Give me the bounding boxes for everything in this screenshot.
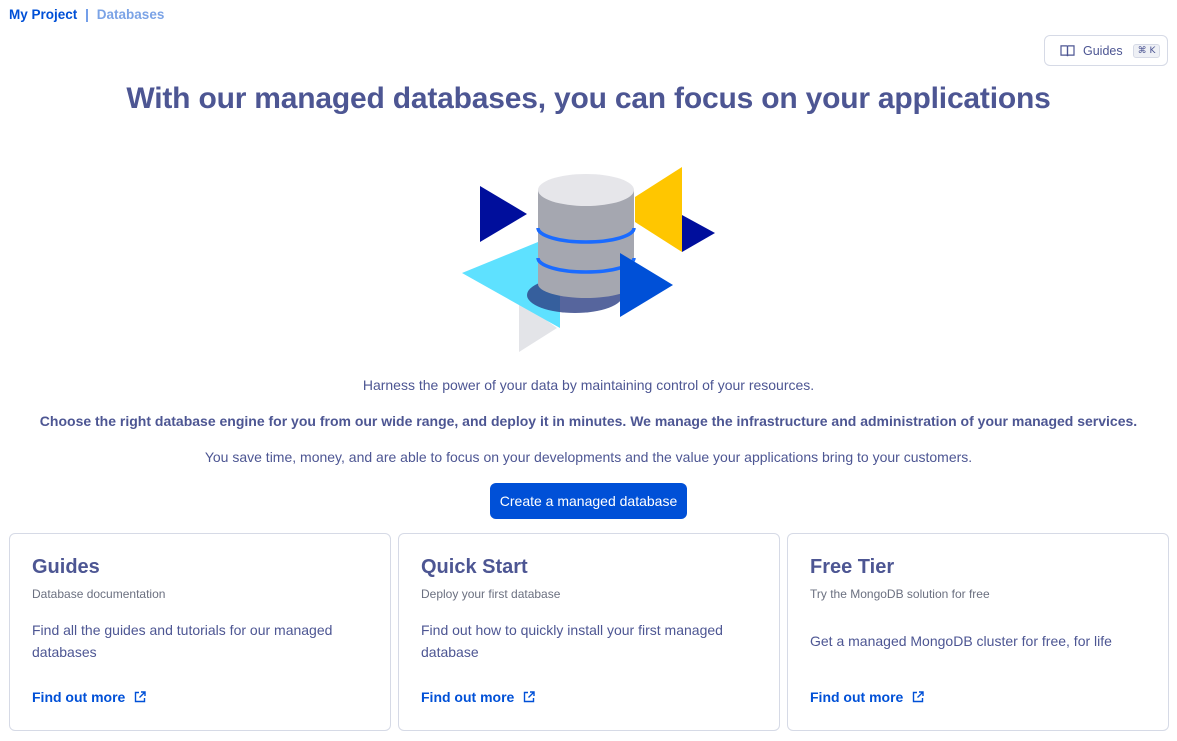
breadcrumb-current-page: Databases	[96, 7, 165, 22]
external-link-icon	[913, 691, 925, 703]
guides-button-label: Guides	[1083, 43, 1123, 58]
keyboard-shortcut-badge: ⌘ K	[1132, 43, 1161, 58]
external-link-icon	[524, 691, 536, 703]
card-title: Guides	[32, 556, 100, 578]
card-title: Free Tier	[810, 556, 895, 578]
card-subtitle: Deploy your first database	[421, 587, 561, 601]
link-label: Find out more	[421, 689, 515, 705]
intro-text-bold: Choose the right database engine for you…	[39, 413, 1138, 429]
find-out-more-link[interactable]: Find out more	[421, 689, 536, 705]
link-label: Find out more	[810, 689, 904, 705]
guides-button[interactable]: Guides ⌘ K	[1044, 35, 1168, 66]
find-out-more-link[interactable]: Find out more	[32, 689, 147, 705]
card-subtitle: Try the MongoDB solution for free	[810, 587, 990, 601]
book-icon	[1060, 45, 1075, 57]
intro-text: Harness the power of your data by mainta…	[362, 377, 815, 393]
card-title: Quick Start	[421, 556, 528, 578]
create-managed-database-button[interactable]: Create a managed database	[490, 483, 687, 519]
card-description: Find all the guides and tutorials for ou…	[32, 622, 333, 660]
find-out-more-link[interactable]: Find out more	[810, 689, 925, 705]
quick-start-card: Quick Start Deploy your first database F…	[398, 533, 780, 731]
card-description: Find out how to quickly install your fir…	[421, 622, 723, 660]
guides-card: Guides Database documentation Find all t…	[9, 533, 391, 731]
link-label: Find out more	[32, 689, 126, 705]
intro-text-benefits: You save time, money, and are able to fo…	[204, 449, 973, 465]
card-subtitle: Database documentation	[32, 587, 166, 601]
breadcrumb: My Project | Databases	[9, 7, 164, 22]
breadcrumb-my-project-link[interactable]: My Project	[9, 7, 77, 22]
page-title: With our managed databases, you can focu…	[126, 82, 1051, 115]
breadcrumb-separator: |	[85, 7, 89, 22]
database-illustration	[462, 167, 715, 352]
card-description: Get a managed MongoDB cluster for free, …	[810, 633, 1112, 649]
free-tier-card: Free Tier Try the MongoDB solution for f…	[787, 533, 1169, 731]
external-link-icon	[135, 691, 147, 703]
